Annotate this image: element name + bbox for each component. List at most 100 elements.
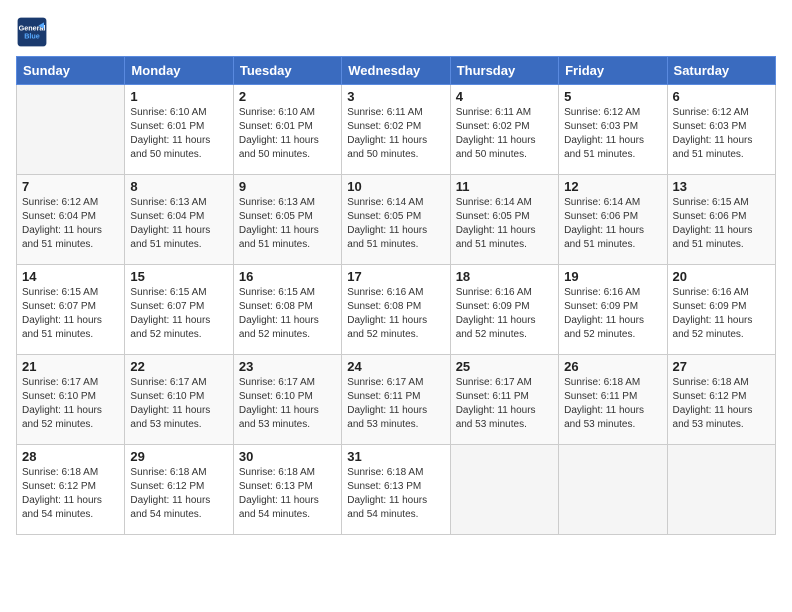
day-number: 6: [673, 89, 770, 104]
day-info: Sunrise: 6:17 AMSunset: 6:10 PMDaylight:…: [22, 376, 119, 432]
day-number: 19: [564, 269, 661, 284]
calendar-cell: 17Sunrise: 6:16 AMSunset: 6:08 PMDayligh…: [342, 265, 450, 355]
day-number: 3: [347, 89, 444, 104]
weekday-header-tuesday: Tuesday: [233, 57, 341, 85]
logo-icon: General Blue: [16, 16, 48, 48]
day-number: 17: [347, 269, 444, 284]
day-info: Sunrise: 6:18 AMSunset: 6:12 PMDaylight:…: [22, 466, 119, 522]
calendar-week-row: 21 Sunrise: 6:17 AMSunset: 6:10 PMDayligh…: [17, 355, 776, 445]
day-number: 22: [130, 359, 227, 374]
day-number: 20: [673, 269, 770, 284]
calendar-cell: 15 Sunrise: 6:15 AMSunset: 6:07 PMDayligh…: [125, 265, 233, 355]
day-number: 11: [456, 179, 553, 194]
day-number: 28: [22, 449, 119, 464]
day-info: Sunrise: 6:17 AMSunset: 6:10 PMDaylight:…: [130, 376, 227, 432]
day-number: 14: [22, 269, 119, 284]
day-info: Sunrise: 6:18 AMSunset: 6:13 PMDaylight:…: [239, 466, 336, 522]
svg-text:Blue: Blue: [24, 31, 40, 40]
day-info: Sunrise: 6:14 AMSunset: 6:05 PMDaylight:…: [456, 196, 553, 252]
day-info: Sunrise: 6:15 AMSunset: 6:07 PMDaylight:…: [130, 286, 227, 342]
calendar-cell: 26 Sunrise: 6:18 AMSunset: 6:11 PMDayligh…: [559, 355, 667, 445]
day-number: 1: [130, 89, 227, 104]
calendar-cell: 30 Sunrise: 6:18 AMSunset: 6:13 PMDayligh…: [233, 445, 341, 535]
day-number: 5: [564, 89, 661, 104]
day-number: 4: [456, 89, 553, 104]
calendar-cell: [667, 445, 775, 535]
weekday-header-friday: Friday: [559, 57, 667, 85]
calendar-cell: 18Sunrise: 6:16 AMSunset: 6:09 PMDayligh…: [450, 265, 558, 355]
day-info: Sunrise: 6:16 AMSunset: 6:09 PMDaylight:…: [673, 286, 770, 342]
calendar-cell: 16Sunrise: 6:15 AMSunset: 6:08 PMDayligh…: [233, 265, 341, 355]
day-info: Sunrise: 6:18 AMSunset: 6:13 PMDaylight:…: [347, 466, 444, 522]
calendar-cell: 27 Sunrise: 6:18 AMSunset: 6:12 PMDayligh…: [667, 355, 775, 445]
weekday-header-thursday: Thursday: [450, 57, 558, 85]
calendar-body: 1 Sunrise: 6:10 AMSunset: 6:01 PMDaylight…: [17, 85, 776, 535]
page-header: General Blue: [16, 16, 776, 48]
day-number: 10: [347, 179, 444, 194]
day-info: Sunrise: 6:17 AMSunset: 6:11 PMDaylight:…: [347, 376, 444, 432]
day-number: 13: [673, 179, 770, 194]
calendar-cell: 23 Sunrise: 6:17 AMSunset: 6:10 PMDayligh…: [233, 355, 341, 445]
calendar-week-row: 1 Sunrise: 6:10 AMSunset: 6:01 PMDaylight…: [17, 85, 776, 175]
day-number: 24: [347, 359, 444, 374]
calendar-cell: [450, 445, 558, 535]
day-number: 7: [22, 179, 119, 194]
calendar-cell: 31 Sunrise: 6:18 AMSunset: 6:13 PMDayligh…: [342, 445, 450, 535]
day-info: Sunrise: 6:18 AMSunset: 6:12 PMDaylight:…: [673, 376, 770, 432]
day-number: 8: [130, 179, 227, 194]
day-info: Sunrise: 6:12 AMSunset: 6:04 PMDaylight:…: [22, 196, 119, 252]
weekday-header-wednesday: Wednesday: [342, 57, 450, 85]
weekday-header-monday: Monday: [125, 57, 233, 85]
day-info: Sunrise: 6:11 AMSunset: 6:02 PMDaylight:…: [347, 106, 444, 162]
weekday-header-sunday: Sunday: [17, 57, 125, 85]
day-info: Sunrise: 6:17 AMSunset: 6:10 PMDaylight:…: [239, 376, 336, 432]
calendar-cell: 28 Sunrise: 6:18 AMSunset: 6:12 PMDayligh…: [17, 445, 125, 535]
day-number: 9: [239, 179, 336, 194]
day-info: Sunrise: 6:15 AMSunset: 6:06 PMDaylight:…: [673, 196, 770, 252]
calendar-cell: 10 Sunrise: 6:14 AMSunset: 6:05 PMDayligh…: [342, 175, 450, 265]
day-info: Sunrise: 6:12 AMSunset: 6:03 PMDaylight:…: [564, 106, 661, 162]
day-number: 27: [673, 359, 770, 374]
calendar-cell: 24 Sunrise: 6:17 AMSunset: 6:11 PMDayligh…: [342, 355, 450, 445]
calendar-cell: 21 Sunrise: 6:17 AMSunset: 6:10 PMDayligh…: [17, 355, 125, 445]
day-info: Sunrise: 6:11 AMSunset: 6:02 PMDaylight:…: [456, 106, 553, 162]
day-info: Sunrise: 6:18 AMSunset: 6:12 PMDaylight:…: [130, 466, 227, 522]
logo: General Blue: [16, 16, 52, 48]
calendar-week-row: 7 Sunrise: 6:12 AMSunset: 6:04 PMDaylight…: [17, 175, 776, 265]
day-number: 21: [22, 359, 119, 374]
weekday-header-saturday: Saturday: [667, 57, 775, 85]
day-info: Sunrise: 6:14 AMSunset: 6:05 PMDaylight:…: [347, 196, 444, 252]
day-info: Sunrise: 6:13 AMSunset: 6:05 PMDaylight:…: [239, 196, 336, 252]
calendar-cell: 29Sunrise: 6:18 AMSunset: 6:12 PMDayligh…: [125, 445, 233, 535]
calendar-cell: 6Sunrise: 6:12 AMSunset: 6:03 PMDaylight…: [667, 85, 775, 175]
day-number: 30: [239, 449, 336, 464]
day-info: Sunrise: 6:15 AMSunset: 6:07 PMDaylight:…: [22, 286, 119, 342]
calendar-cell: 5 Sunrise: 6:12 AMSunset: 6:03 PMDaylight…: [559, 85, 667, 175]
calendar-cell: 3 Sunrise: 6:11 AMSunset: 6:02 PMDaylight…: [342, 85, 450, 175]
day-info: Sunrise: 6:10 AMSunset: 6:01 PMDaylight:…: [239, 106, 336, 162]
day-info: Sunrise: 6:14 AMSunset: 6:06 PMDaylight:…: [564, 196, 661, 252]
day-info: Sunrise: 6:17 AMSunset: 6:11 PMDaylight:…: [456, 376, 553, 432]
day-number: 23: [239, 359, 336, 374]
calendar-cell: [17, 85, 125, 175]
calendar-week-row: 14 Sunrise: 6:15 AMSunset: 6:07 PMDayligh…: [17, 265, 776, 355]
calendar-table: SundayMondayTuesdayWednesdayThursdayFrid…: [16, 56, 776, 535]
calendar-cell: 13 Sunrise: 6:15 AMSunset: 6:06 PMDayligh…: [667, 175, 775, 265]
calendar-cell: 14 Sunrise: 6:15 AMSunset: 6:07 PMDayligh…: [17, 265, 125, 355]
day-info: Sunrise: 6:13 AMSunset: 6:04 PMDaylight:…: [130, 196, 227, 252]
day-info: Sunrise: 6:18 AMSunset: 6:11 PMDaylight:…: [564, 376, 661, 432]
calendar-cell: 9 Sunrise: 6:13 AMSunset: 6:05 PMDaylight…: [233, 175, 341, 265]
calendar-cell: 20 Sunrise: 6:16 AMSunset: 6:09 PMDayligh…: [667, 265, 775, 355]
calendar-cell: 22 Sunrise: 6:17 AMSunset: 6:10 PMDayligh…: [125, 355, 233, 445]
day-number: 25: [456, 359, 553, 374]
day-number: 15: [130, 269, 227, 284]
day-info: Sunrise: 6:16 AMSunset: 6:09 PMDaylight:…: [456, 286, 553, 342]
calendar-cell: 12Sunrise: 6:14 AMSunset: 6:06 PMDayligh…: [559, 175, 667, 265]
calendar-cell: 2Sunrise: 6:10 AMSunset: 6:01 PMDaylight…: [233, 85, 341, 175]
calendar-header-row: SundayMondayTuesdayWednesdayThursdayFrid…: [17, 57, 776, 85]
day-number: 26: [564, 359, 661, 374]
calendar-cell: 19 Sunrise: 6:16 AMSunset: 6:09 PMDayligh…: [559, 265, 667, 355]
day-info: Sunrise: 6:16 AMSunset: 6:09 PMDaylight:…: [564, 286, 661, 342]
day-number: 31: [347, 449, 444, 464]
calendar-cell: 8 Sunrise: 6:13 AMSunset: 6:04 PMDaylight…: [125, 175, 233, 265]
